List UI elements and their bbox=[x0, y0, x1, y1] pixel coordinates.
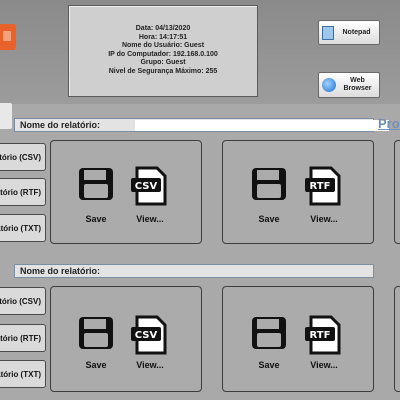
view-label: View... bbox=[310, 360, 338, 370]
info-ip: IP do Computador: 192.168.0.100 bbox=[108, 50, 218, 58]
app-logo-icon bbox=[0, 24, 16, 50]
save-label: Save bbox=[258, 214, 280, 224]
notepad-label: Notepad bbox=[342, 28, 371, 36]
export-panel-partial-2 bbox=[394, 286, 400, 392]
web-label-line2: Browser bbox=[343, 85, 372, 92]
csv-export-panel-2: Save CSV View... bbox=[50, 286, 202, 392]
notepad-button[interactable]: Notepad bbox=[318, 20, 380, 45]
svg-text:RTF: RTF bbox=[310, 181, 331, 192]
info-date: Data: 04/13/2020 bbox=[135, 25, 191, 32]
svg-text:CSV: CSV bbox=[135, 330, 158, 341]
view-label: View... bbox=[136, 214, 164, 224]
notepad-icon bbox=[322, 25, 334, 40]
csv-file-icon[interactable]: CSV bbox=[131, 166, 169, 206]
report-txt-button-1[interactable]: latório (TXT) bbox=[0, 214, 46, 242]
view-label: View... bbox=[136, 360, 164, 370]
svg-text:CSV: CSV bbox=[135, 181, 158, 192]
report-name-input-1[interactable] bbox=[135, 120, 389, 131]
side-tab[interactable] bbox=[0, 103, 12, 129]
info-security: Nivel de Segurança Máximo: 255 bbox=[108, 67, 218, 75]
save-label: Save bbox=[258, 360, 280, 370]
save-disk-icon[interactable] bbox=[78, 316, 114, 350]
csv-file-icon[interactable]: CSV bbox=[131, 315, 169, 355]
report-name-header-1: Nome do relatório: bbox=[14, 118, 389, 132]
csv-export-panel-1: Save CSV View... bbox=[50, 140, 202, 244]
save-disk-icon[interactable] bbox=[251, 316, 287, 350]
save-label: Save bbox=[85, 214, 107, 224]
report-rtf-button-1[interactable]: latório (RTF) bbox=[0, 178, 46, 206]
rtf-file-icon[interactable]: RTF bbox=[305, 315, 343, 355]
report-csv-button-1[interactable]: latório (CSV) bbox=[0, 143, 46, 171]
svg-text:RTF: RTF bbox=[310, 330, 331, 341]
export-panel-partial-1 bbox=[394, 140, 400, 244]
web-browser-button[interactable]: Web Browser bbox=[318, 72, 380, 98]
info-group: Grupo: Guest bbox=[140, 59, 186, 66]
save-disk-icon[interactable] bbox=[78, 167, 114, 201]
web-label-line1: Web bbox=[350, 77, 365, 84]
info-time: Hora: 14:17:51 bbox=[138, 33, 188, 41]
session-info-panel: Data: 04/13/2020 Hora: 14:17:51 Nome do … bbox=[68, 5, 258, 97]
save-label: Save bbox=[85, 360, 107, 370]
web-browser-icon bbox=[322, 78, 336, 92]
report-csv-button-2[interactable]: latório (CSV) bbox=[0, 287, 46, 315]
report-name-label-2: Nome do relatório: bbox=[20, 266, 101, 276]
report-name-header-2: Nome do relatório: bbox=[14, 264, 374, 278]
report-name-label-1: Nome do relatório: bbox=[20, 120, 101, 130]
rtf-file-icon[interactable]: RTF bbox=[305, 166, 343, 206]
section-link[interactable]: Pro bbox=[378, 116, 400, 131]
report-txt-button-2[interactable]: latório (TXT) bbox=[0, 360, 46, 388]
report-rtf-button-2[interactable]: latório (RTF) bbox=[0, 324, 46, 352]
rtf-export-panel-1: Save RTF View... bbox=[222, 140, 374, 244]
info-user: Nome do Usuário: Guest bbox=[121, 42, 205, 49]
view-label: View... bbox=[310, 214, 338, 224]
save-disk-icon[interactable] bbox=[251, 167, 287, 201]
rtf-export-panel-2: Save RTF View... bbox=[222, 286, 374, 392]
